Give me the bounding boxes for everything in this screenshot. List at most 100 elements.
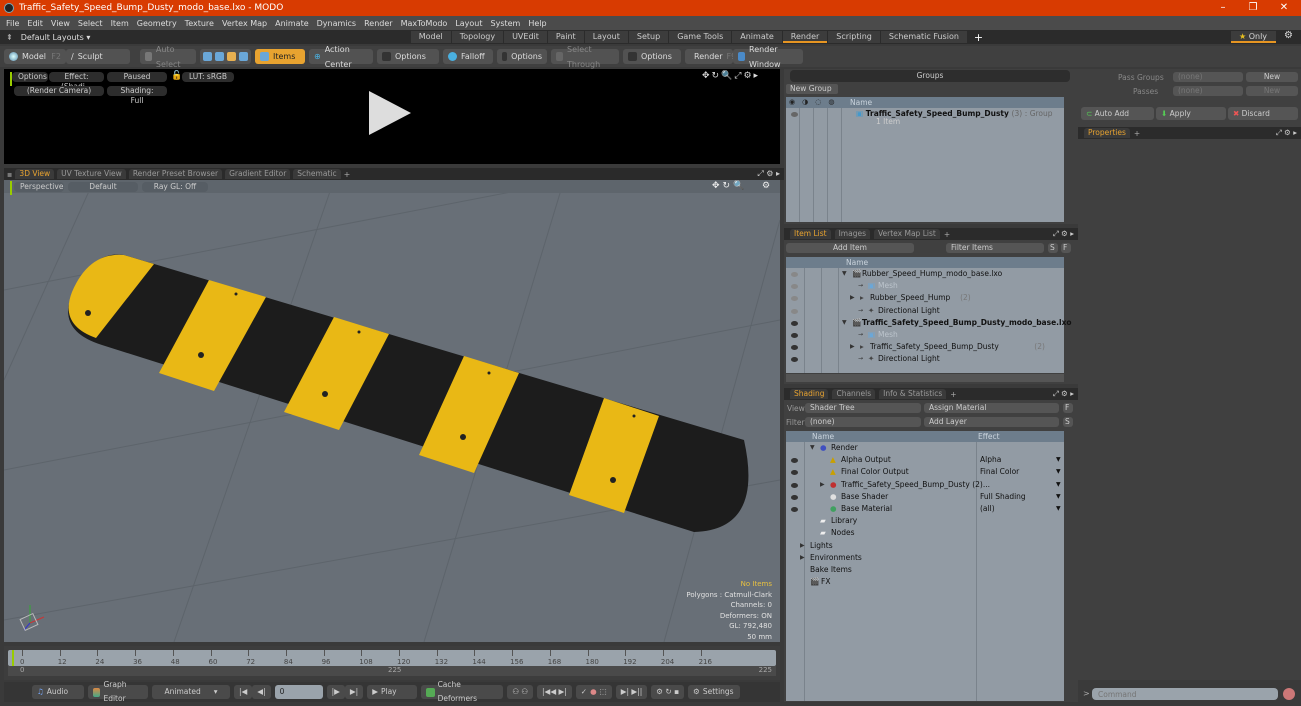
- lock-icon[interactable]: 🔓: [171, 71, 182, 81]
- layout-tab-scripting[interactable]: Scripting: [828, 31, 880, 43]
- shader-row[interactable]: ▲ Final Color Output Final Color ▼: [786, 466, 1064, 478]
- shader-row[interactable]: ▰ Library: [786, 515, 1064, 527]
- eye-icon[interactable]: [791, 296, 798, 302]
- viewport-gear-icon[interactable]: ⚙: [762, 181, 770, 191]
- step-back-button[interactable]: ◀|: [252, 685, 271, 699]
- preview-nav-icons[interactable]: ✥↻🔍⤢⚙▸: [702, 71, 760, 81]
- tab-uv-texture-view[interactable]: UV Texture View: [57, 169, 126, 179]
- key-icon[interactable]: ⬚: [600, 685, 607, 699]
- tab-info-statistics[interactable]: Info & Statistics: [879, 389, 947, 399]
- discard-button[interactable]: ✖ Discard: [1228, 107, 1298, 120]
- command-input[interactable]: [1092, 688, 1278, 700]
- raygl-toggle[interactable]: Ray GL: Off: [142, 182, 208, 192]
- close-button[interactable]: ✕: [1270, 0, 1298, 16]
- tab-schematic[interactable]: Schematic: [293, 169, 341, 179]
- apply-button[interactable]: ⬇ Apply: [1156, 107, 1226, 120]
- eye-icon[interactable]: [791, 284, 798, 290]
- falloff-options-button[interactable]: Options: [497, 49, 547, 64]
- effect-value[interactable]: Final Color: [980, 466, 1019, 478]
- render-camera-dropdown[interactable]: (Render Camera): [14, 86, 104, 96]
- key-nav-group[interactable]: |◀◀ ▶|: [537, 685, 572, 699]
- settings-button[interactable]: ⚙ Settings: [688, 685, 741, 699]
- key-options-group[interactable]: ⚙ ↻ ▪: [651, 685, 685, 699]
- eye-icon[interactable]: [791, 345, 798, 351]
- expand-arrow-icon[interactable]: ▼: [842, 317, 847, 329]
- item-row[interactable]: → ▣ Mesh: [786, 329, 1064, 341]
- menu-dynamics[interactable]: Dynamics: [317, 19, 356, 28]
- effect-value[interactable]: Alpha: [980, 454, 1001, 466]
- default-layouts-dropdown[interactable]: Default Layouts ▾: [21, 33, 411, 42]
- animated-dropdown[interactable]: Animated ▾: [152, 685, 230, 699]
- shader-row[interactable]: ▶ ● Traffic_Safety_Speed_Bump_Dusty (2)...…: [786, 479, 1064, 491]
- panel-menu-icon[interactable]: ▪: [7, 170, 12, 179]
- expand-arrow-icon[interactable]: ▶: [800, 552, 805, 564]
- falloff-button[interactable]: Falloff: [443, 49, 493, 64]
- tab-vertex-map-list[interactable]: Vertex Map List: [873, 229, 940, 239]
- tab-3d-view[interactable]: 3D View: [15, 169, 55, 179]
- menu-maxtomodo[interactable]: MaxToModo: [401, 19, 448, 28]
- polygons-mode-icon[interactable]: [227, 52, 236, 61]
- auto-key-icon[interactable]: ✓: [581, 685, 587, 699]
- action-center-button[interactable]: ⊕ Action Center: [309, 45, 373, 69]
- shader-row[interactable]: ▲ Alpha Output Alpha ▼: [786, 454, 1064, 466]
- effect-dropdown-icon[interactable]: ▼: [1056, 454, 1061, 466]
- eye-icon[interactable]: [791, 357, 798, 363]
- menu-animate[interactable]: Animate: [275, 19, 309, 28]
- maximize-button[interactable]: ❐: [1239, 0, 1267, 16]
- record-group[interactable]: ✓ ● ⬚: [575, 685, 612, 699]
- add-layer-dropdown[interactable]: Add Layer: [924, 417, 1059, 427]
- record-icon[interactable]: ●: [590, 685, 597, 699]
- sculpt-button[interactable]: ∕ Sculpt: [66, 49, 130, 64]
- effect-dropdown-icon[interactable]: ▼: [1056, 491, 1061, 503]
- add-item-dropdown[interactable]: Add Item: [786, 243, 914, 253]
- new-group-button[interactable]: New Group: [786, 84, 838, 94]
- step-forward-button[interactable]: |▶: [326, 685, 345, 699]
- shader-row[interactable]: ● Base Material (all) ▼: [786, 503, 1064, 515]
- select-through-button[interactable]: Select Through: [551, 45, 619, 69]
- effect-dropdown[interactable]: Effect: (Shadi...: [49, 72, 104, 91]
- layout-tab-setup[interactable]: Setup: [628, 31, 669, 43]
- select-through-options-button[interactable]: Options: [623, 49, 681, 64]
- preview-options-button[interactable]: Options: [12, 72, 48, 82]
- expand-arrow-icon[interactable]: ▶: [800, 540, 805, 552]
- add-tab-button[interactable]: +: [944, 230, 950, 239]
- tab-properties[interactable]: Properties: [1084, 128, 1130, 138]
- paused-toggle[interactable]: Paused: [107, 72, 167, 82]
- viewport-panel-icons[interactable]: ⤢ ⚙ ▸: [757, 169, 780, 179]
- menu-item[interactable]: Item: [111, 19, 129, 28]
- materials-mode-icon[interactable]: [239, 52, 248, 61]
- expand-arrow-icon[interactable]: ▶: [850, 341, 855, 353]
- pass-groups-dropdown[interactable]: (none): [1173, 72, 1243, 82]
- effect-dropdown-icon[interactable]: ▼: [1056, 466, 1061, 478]
- expand-arrow-icon[interactable]: ▼: [810, 442, 815, 454]
- add-layout-tab-button[interactable]: +: [974, 31, 983, 44]
- filter-dropdown[interactable]: (none): [805, 417, 921, 427]
- eye-icon[interactable]: [791, 272, 798, 277]
- minimize-button[interactable]: –: [1209, 0, 1237, 16]
- shading-dropdown[interactable]: Shading: Full: [107, 86, 167, 105]
- render-window-button[interactable]: Render Window: [733, 45, 803, 69]
- eye-icon[interactable]: [791, 482, 798, 488]
- menu-edit[interactable]: Edit: [27, 19, 43, 28]
- shader-row[interactable]: ● Base Shader Full Shading ▼: [786, 491, 1064, 503]
- model-button[interactable]: Model F2: [4, 49, 66, 64]
- layout-tab-uvedit[interactable]: UVEdit: [504, 31, 547, 43]
- eye-icon[interactable]: [791, 332, 798, 338]
- key-step-group[interactable]: ▶| ▶||: [615, 685, 648, 699]
- view-dropdown[interactable]: Shader Tree: [805, 403, 921, 413]
- effect-dropdown-icon[interactable]: ▼: [1056, 503, 1061, 515]
- menu-geometry[interactable]: Geometry: [137, 19, 177, 28]
- expand-arrow-icon[interactable]: ▶: [850, 292, 855, 304]
- render-button[interactable]: Render F9: [685, 49, 736, 64]
- default-style-dropdown[interactable]: Default: [68, 182, 138, 192]
- items-mode-button[interactable]: Items: [255, 49, 305, 64]
- menu-vertex-map[interactable]: Vertex Map: [222, 19, 267, 28]
- menu-view[interactable]: View: [51, 19, 70, 28]
- layout-tab-game-tools[interactable]: Game Tools: [669, 31, 732, 43]
- item-row[interactable]: ▶ ▸ Traffic_Safety_Speed_Bump_Dusty (2): [786, 341, 1064, 353]
- panel-icons[interactable]: ⤢ ⚙ ▸: [1276, 128, 1297, 138]
- speed-bump-model[interactable]: [68, 254, 749, 532]
- item-row[interactable]: → ✦ Directional Light: [786, 305, 1064, 317]
- auto-add-button[interactable]: ⊂ Auto Add: [1081, 107, 1154, 120]
- menu-file[interactable]: File: [6, 19, 19, 28]
